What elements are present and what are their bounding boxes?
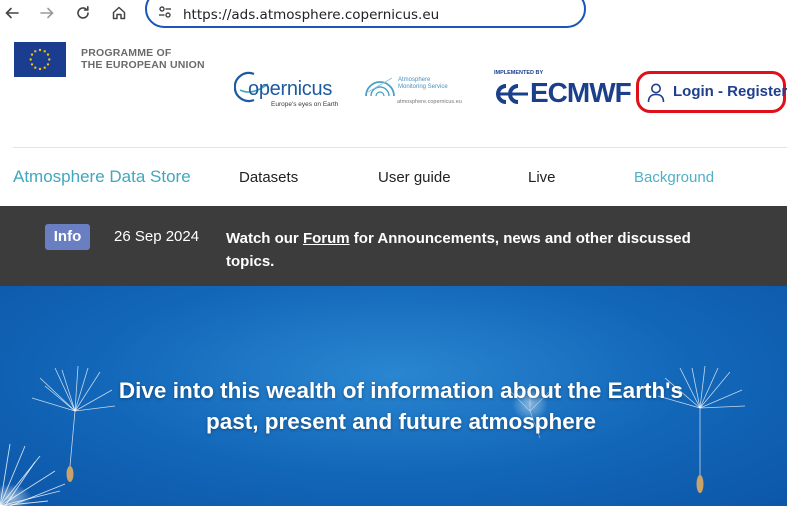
eu-programme-text: PROGRAMME OF THE EUROPEAN UNION <box>81 47 205 71</box>
cams-text-line2: Monitoring Service <box>398 84 448 90</box>
copernicus-wordmark: opernicus <box>248 78 333 100</box>
login-register-button[interactable]: Login - Register <box>636 71 787 113</box>
nav-item-datasets[interactable]: Datasets <box>239 169 298 186</box>
ecmwf-logo[interactable]: IMPLEMENTED BY ECMWF <box>494 70 639 110</box>
banner-message: Watch our Forum for Announcements, news … <box>226 227 706 273</box>
hero-title-line1: Dive into this wealth of information abo… <box>118 378 684 403</box>
site-info-icon[interactable] <box>157 4 173 20</box>
user-icon <box>647 83 665 103</box>
hero-title-line2: past, present and future atmosphere <box>205 409 597 434</box>
nav-brand-link[interactable]: Atmosphere Data Store <box>13 167 191 187</box>
hero-title: Dive into this wealth of information abo… <box>0 375 787 437</box>
cams-text: Atmosphere Monitoring Service <box>398 77 448 91</box>
info-badge: Info <box>45 224 90 250</box>
nav-item-user-guide[interactable]: User guide <box>378 169 451 186</box>
ecmwf-symbol-icon <box>496 84 528 104</box>
back-icon[interactable] <box>1 2 23 24</box>
address-bar[interactable]: https://ads.atmosphere.copernicus.eu <box>145 0 586 28</box>
nav-item-live[interactable]: Live <box>528 169 556 186</box>
banner-date: 26 Sep 2024 <box>114 228 200 245</box>
forum-link[interactable]: Forum <box>303 230 350 247</box>
url-text[interactable]: https://ads.atmosphere.copernicus.eu <box>183 7 439 23</box>
ecmwf-wordmark: ECMWF <box>530 77 632 108</box>
info-banner: Info 26 Sep 2024 Watch our Forum for Ann… <box>0 206 787 286</box>
eu-text-line1: PROGRAMME OF <box>81 47 172 59</box>
browser-toolbar: https://ads.atmosphere.copernicus.eu <box>0 0 787 30</box>
forward-icon[interactable] <box>36 2 58 24</box>
home-icon[interactable] <box>108 2 130 24</box>
nav-item-background[interactable]: Background <box>634 169 714 186</box>
hero-section: Dive into this wealth of information abo… <box>0 286 787 506</box>
main-nav: Atmosphere Data Store Datasets User guid… <box>0 148 787 206</box>
copernicus-tagline: Europe's eyes on Earth <box>271 101 339 108</box>
cams-logo[interactable]: Atmosphere Monitoring Service atmosphere… <box>360 70 470 110</box>
eu-text-line2: THE EUROPEAN UNION <box>81 59 205 71</box>
reload-icon[interactable] <box>72 2 94 24</box>
implemented-by-label: IMPLEMENTED BY <box>494 70 544 76</box>
eu-flag-logo <box>14 42 66 77</box>
login-register-label[interactable]: Login - Register <box>673 83 787 100</box>
banner-message-prefix: Watch our <box>226 230 303 247</box>
cams-text-line1: Atmosphere <box>398 77 431 83</box>
cams-url: atmosphere.copernicus.eu <box>397 99 462 105</box>
copernicus-logo[interactable]: opernicus Europe's eyes on Earth <box>234 68 338 110</box>
